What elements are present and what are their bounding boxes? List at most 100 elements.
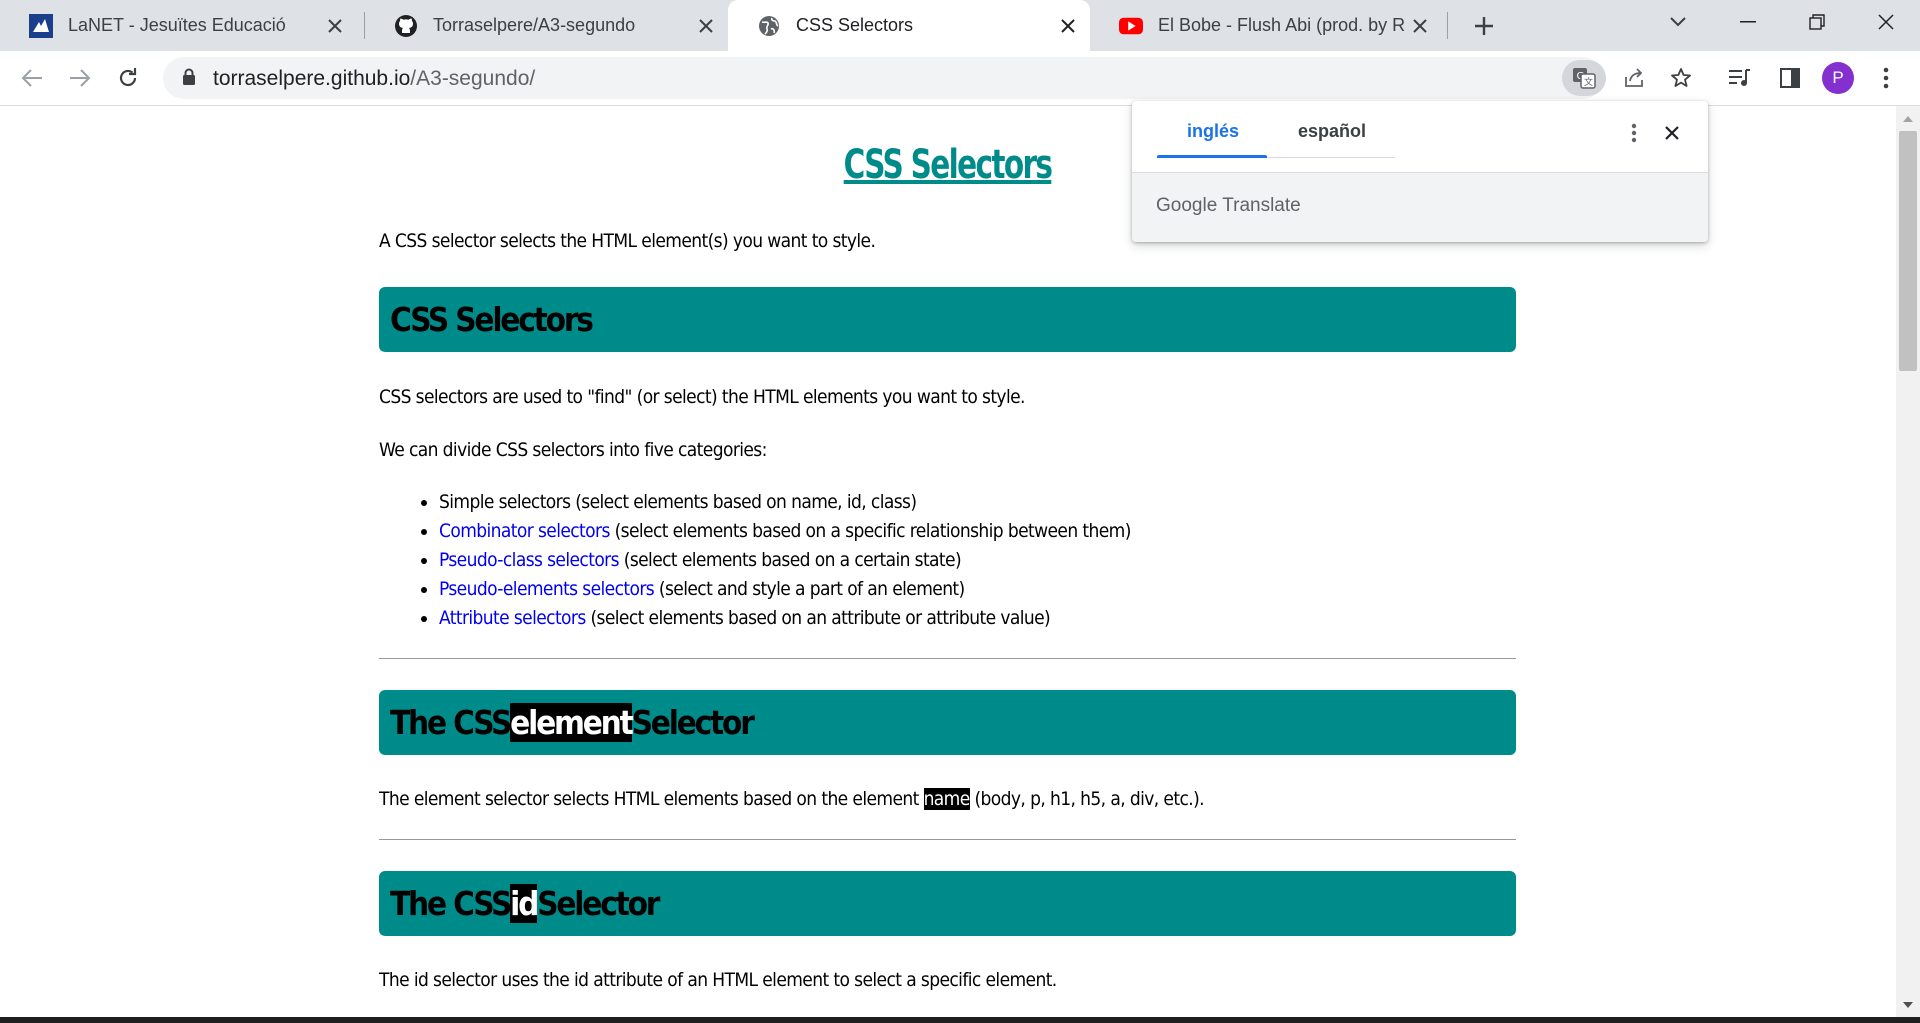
google-wordmark: Google	[1156, 195, 1218, 216]
tab-target-language[interactable]: español	[1298, 121, 1366, 142]
tab-title: CSS Selectors	[796, 15, 914, 35]
heading-highlight: element	[510, 703, 634, 742]
tab-separator	[1447, 12, 1448, 39]
translate-icon: G文	[1573, 68, 1596, 89]
tab-source-language[interactable]: inglés	[1187, 121, 1239, 142]
close-icon[interactable]	[321, 12, 349, 40]
close-icon[interactable]	[1406, 12, 1434, 40]
taskbar-edge	[0, 1017, 1920, 1023]
tab-search-button[interactable]	[1643, 0, 1712, 44]
active-tab-indicator	[1157, 155, 1267, 158]
tab-title: Torraselpere/A3-segundo	[433, 15, 636, 35]
selectors-paragraph: CSS selectors are used to "find" (or sel…	[379, 386, 1025, 408]
tab-youtube[interactable]: El Bobe - Flush Abi (prod. by Rap	[1090, 0, 1442, 51]
section-heading-id-selector: The CSS id Selector	[379, 871, 1516, 936]
close-window-button[interactable]	[1851, 0, 1920, 44]
close-icon	[1877, 14, 1894, 30]
plus-icon	[1475, 17, 1493, 35]
star-icon	[1671, 68, 1691, 87]
divider	[379, 658, 1516, 659]
side-panel-button[interactable]	[1772, 60, 1808, 96]
categories-list: Simple selectors (select elements based …	[379, 488, 1131, 633]
tab-strip: LaNET - Jesuïtes Educació Torraselpere/A…	[0, 0, 1920, 51]
url-path: /A3-segundo/	[410, 67, 536, 90]
tab-title: El Bobe - Flush Abi (prod. by Rap	[1158, 15, 1406, 35]
section-heading-css-selectors: CSS Selectors	[379, 287, 1516, 352]
arrow-right-icon	[70, 69, 91, 87]
paragraph-highlight: name	[923, 788, 970, 810]
more-vert-icon	[1631, 123, 1637, 143]
element-selector-paragraph: The element selector selects HTML elemen…	[379, 788, 1205, 810]
reload-button[interactable]	[110, 60, 146, 96]
paragraph-text: (body, p, h1, h5, a, div, etc.).	[969, 788, 1204, 810]
arrow-left-icon	[21, 69, 42, 87]
restore-icon	[1808, 14, 1825, 30]
browser-menu-button[interactable]	[1868, 60, 1904, 96]
heading-text-post: Selector	[631, 703, 755, 742]
url-text: torraselpere.github.io/A3-segundo/	[213, 67, 535, 91]
translate-popup: inglés español Google Translate	[1132, 101, 1708, 242]
list-item: Attribute selectors (select elements bas…	[439, 604, 1131, 633]
close-icon[interactable]	[692, 12, 720, 40]
translate-wordmark: Translate	[1222, 195, 1301, 216]
scroll-down-icon[interactable]	[1896, 996, 1920, 1014]
heading-text-pre: The CSS	[390, 884, 512, 923]
scrollbar-thumb[interactable]	[1899, 131, 1917, 371]
heading-highlight: id	[510, 884, 539, 923]
side-panel-icon	[1780, 68, 1800, 88]
section-heading-element-selector: The CSS element Selector	[379, 690, 1516, 755]
tab-lanet[interactable]: LaNET - Jesuïtes Educació	[0, 0, 357, 51]
chevron-down-icon	[1669, 17, 1686, 27]
category-text: Simple selectors (select elements based …	[439, 491, 917, 513]
back-button[interactable]	[14, 60, 50, 96]
list-item: Simple selectors (select elements based …	[439, 488, 1131, 517]
attribute-selectors-link[interactable]: Attribute selectors	[439, 607, 586, 629]
minimize-button[interactable]	[1713, 0, 1782, 44]
list-item: Pseudo-elements selectors (select and st…	[439, 575, 1131, 604]
page-viewport: CSS Selectors A CSS selector selects the…	[0, 106, 1896, 1017]
close-icon[interactable]	[1054, 12, 1082, 40]
translate-footer: Google Translate	[1132, 172, 1708, 242]
media-control-button[interactable]	[1722, 60, 1758, 96]
avatar[interactable]: P	[1822, 62, 1854, 94]
lanet-icon	[29, 13, 53, 38]
tab-github[interactable]: Torraselpere/A3-segundo	[365, 0, 728, 51]
category-text: (select and style a part of an element)	[654, 578, 965, 600]
url-domain: torraselpere.github.io	[213, 67, 411, 90]
tab-css-selectors[interactable]: CSS Selectors	[728, 0, 1090, 51]
share-button[interactable]	[1616, 60, 1652, 96]
google-translate-logo: Google Translate	[1156, 195, 1301, 217]
svg-text:文: 文	[1584, 76, 1593, 88]
pseudo-elements-selectors-link[interactable]: Pseudo-elements selectors	[439, 578, 655, 600]
vertical-scrollbar[interactable]	[1896, 106, 1920, 1017]
address-bar[interactable]: torraselpere.github.io/A3-segundo/ G文	[163, 57, 1691, 99]
list-item: Pseudo-class selectors (select elements …	[439, 546, 1131, 575]
youtube-icon	[1119, 14, 1143, 38]
bookmark-button[interactable]	[1663, 60, 1699, 96]
id-selector-paragraph: The id selector uses the id attribute of…	[379, 969, 1057, 991]
share-icon	[1625, 68, 1643, 87]
intro-paragraph: A CSS selector selects the HTML element(…	[379, 230, 876, 252]
combinator-selectors-link[interactable]: Combinator selectors	[439, 520, 610, 542]
scroll-up-icon[interactable]	[1896, 109, 1920, 127]
categories-paragraph: We can divide CSS selectors into five ca…	[379, 439, 767, 461]
category-text: (select elements based on an attribute o…	[585, 607, 1051, 629]
new-tab-button[interactable]	[1466, 8, 1502, 44]
translate-close-button[interactable]	[1660, 121, 1684, 145]
translate-button[interactable]: G文	[1562, 60, 1606, 96]
globe-icon	[757, 14, 781, 38]
paragraph-text: The element selector selects HTML elemen…	[379, 788, 924, 810]
github-icon	[394, 14, 418, 38]
restore-button[interactable]	[1782, 0, 1851, 44]
playlist-icon	[1729, 69, 1750, 86]
list-item: Combinator selectors (select elements ba…	[439, 517, 1131, 546]
reload-icon	[119, 68, 137, 87]
divider	[379, 839, 1516, 840]
minimize-icon	[1739, 21, 1756, 23]
forward-button[interactable]	[62, 60, 98, 96]
translate-options-button[interactable]	[1622, 121, 1646, 145]
category-text: (select elements based on a certain stat…	[618, 549, 962, 571]
pseudo-class-selectors-link[interactable]: Pseudo-class selectors	[439, 549, 620, 571]
heading-text: CSS Selectors	[390, 300, 594, 339]
lock-icon	[182, 68, 196, 91]
